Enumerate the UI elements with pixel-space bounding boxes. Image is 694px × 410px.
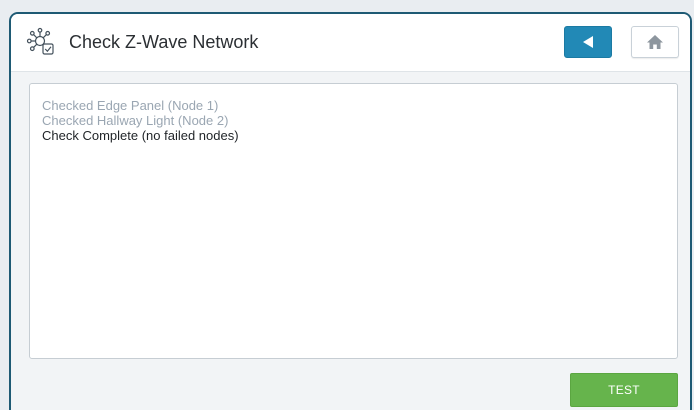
header-bar: Check Z-Wave Network	[11, 14, 690, 72]
test-button[interactable]: TEST	[570, 373, 678, 407]
home-icon	[647, 35, 663, 49]
page-title: Check Z-Wave Network	[69, 32, 259, 52]
log-line: Checked Edge Panel (Node 1)	[42, 98, 219, 113]
back-button[interactable]	[564, 26, 612, 58]
app-window: Check Z-Wave Network Checked Edge Panel …	[9, 12, 692, 410]
home-button[interactable]	[631, 26, 679, 58]
log-line: Checked Hallway Light (Node 2)	[42, 113, 229, 128]
back-arrow-icon	[583, 36, 593, 48]
network-check-icon	[25, 26, 59, 60]
log-line-current: Check Complete (no failed nodes)	[42, 128, 239, 143]
log-output-panel: Checked Edge Panel (Node 1) Checked Hall…	[29, 83, 678, 359]
